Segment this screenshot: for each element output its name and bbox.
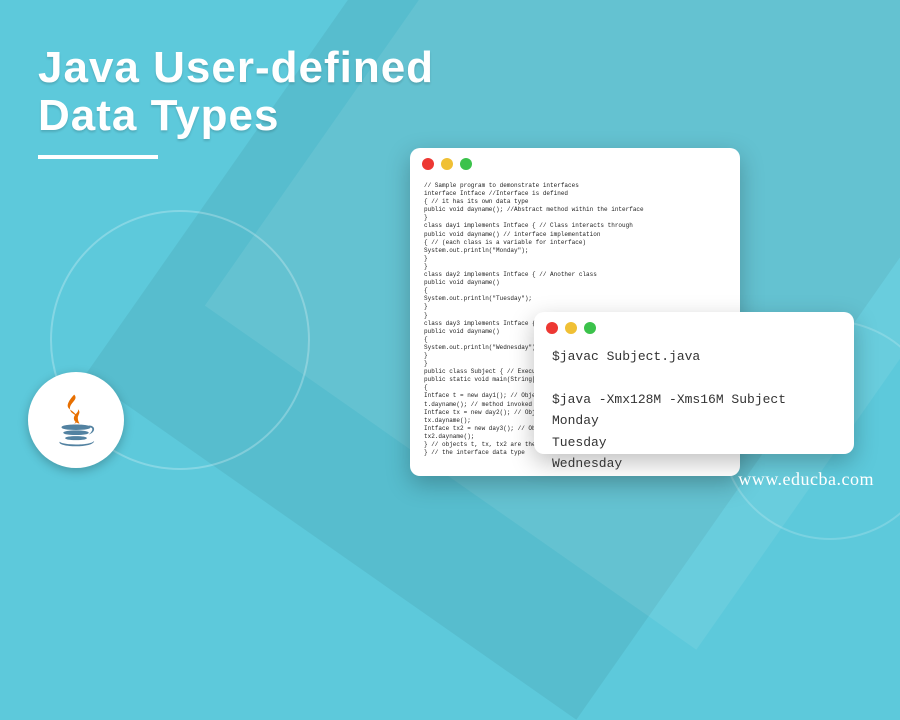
traffic-yellow-icon bbox=[565, 322, 577, 334]
window-traffic-lights bbox=[546, 322, 596, 334]
title-underline bbox=[38, 155, 158, 159]
traffic-yellow-icon bbox=[441, 158, 453, 170]
java-logo-icon bbox=[28, 372, 124, 468]
traffic-red-icon bbox=[422, 158, 434, 170]
terminal-content: $javac Subject.java $java -Xmx128M -Xms1… bbox=[552, 346, 836, 475]
title-line-1: Java User-defined bbox=[38, 43, 434, 92]
terminal-output-window: $javac Subject.java $java -Xmx128M -Xms1… bbox=[534, 312, 854, 454]
traffic-green-icon bbox=[584, 322, 596, 334]
title-line-2: Data Types bbox=[38, 91, 280, 140]
traffic-red-icon bbox=[546, 322, 558, 334]
page-title: Java User-defined Data Types bbox=[38, 44, 434, 159]
watermark-text: www.educba.com bbox=[738, 469, 874, 490]
traffic-green-icon bbox=[460, 158, 472, 170]
window-traffic-lights bbox=[422, 158, 472, 170]
